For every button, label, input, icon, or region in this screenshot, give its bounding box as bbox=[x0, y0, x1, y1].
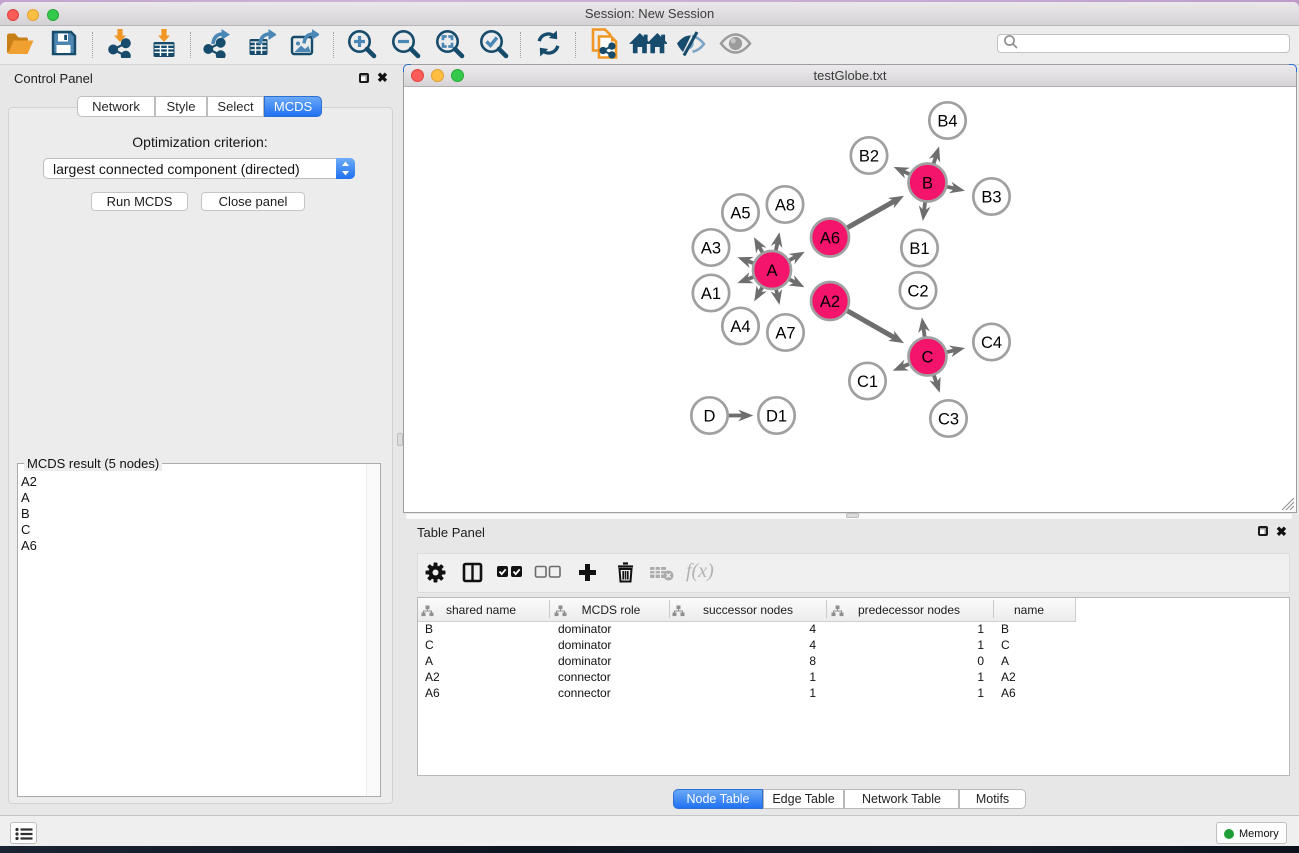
svg-text:A4: A4 bbox=[730, 318, 750, 336]
svg-text:C4: C4 bbox=[981, 334, 1002, 352]
svg-text:A5: A5 bbox=[730, 204, 750, 222]
svg-text:A1: A1 bbox=[701, 285, 721, 303]
svg-text:D: D bbox=[704, 407, 716, 425]
svg-text:C3: C3 bbox=[938, 410, 959, 428]
svg-text:C2: C2 bbox=[907, 282, 928, 300]
svg-text:A3: A3 bbox=[701, 239, 721, 257]
svg-text:B4: B4 bbox=[937, 112, 957, 130]
svg-text:B3: B3 bbox=[981, 188, 1001, 206]
svg-text:D1: D1 bbox=[766, 407, 787, 425]
svg-text:B: B bbox=[922, 174, 933, 192]
svg-text:A8: A8 bbox=[775, 196, 795, 214]
svg-text:A7: A7 bbox=[775, 324, 795, 342]
svg-text:B1: B1 bbox=[909, 240, 929, 258]
svg-text:A6: A6 bbox=[820, 229, 840, 247]
svg-text:B2: B2 bbox=[859, 147, 879, 165]
svg-text:A2: A2 bbox=[820, 293, 840, 311]
svg-text:A: A bbox=[766, 262, 777, 280]
svg-text:C1: C1 bbox=[857, 373, 878, 391]
svg-text:C: C bbox=[922, 348, 934, 366]
